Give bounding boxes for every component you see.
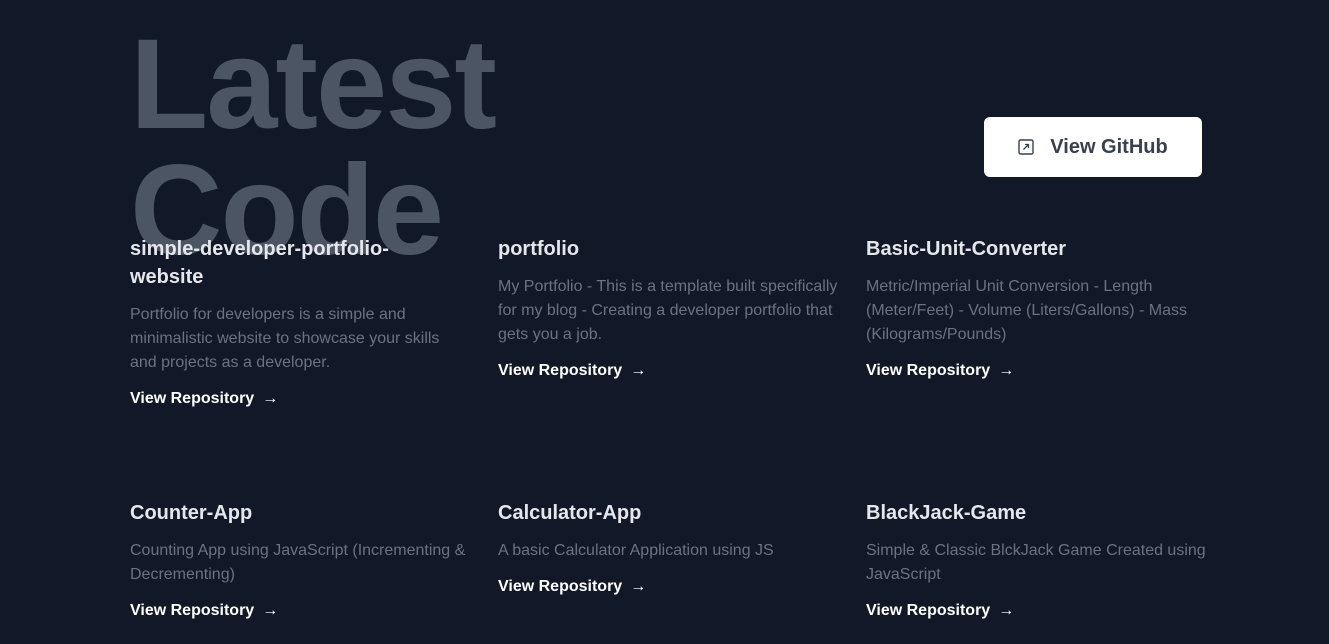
project-card-calculator-app: Calculator-App A basic Calculator Applic…: [498, 499, 838, 599]
project-title: Counter-App: [130, 502, 253, 524]
view-github-label: View GitHub: [1050, 135, 1168, 158]
arrow-right-icon: →: [630, 578, 647, 595]
arrow-right-icon: →: [262, 390, 279, 407]
heading-line-1: Latest: [130, 13, 497, 156]
project-title: simple-developer-portfolio-website: [130, 238, 389, 288]
project-description: My Portfolio - This is a template built …: [498, 278, 838, 343]
external-link-icon: [1018, 139, 1034, 155]
arrow-right-icon: →: [262, 602, 279, 619]
project-card-counter-app: Counter-App Counting App using JavaScrip…: [130, 499, 470, 623]
project-description: Simple & Classic BlckJack Game Created u…: [866, 542, 1206, 583]
view-repository-link[interactable]: View Repository →: [130, 599, 278, 623]
view-repository-link[interactable]: View Repository →: [498, 359, 646, 383]
link-label: View Repository: [498, 362, 623, 379]
view-repository-link[interactable]: View Repository →: [866, 599, 1014, 623]
project-title: BlackJack-Game: [866, 502, 1027, 524]
view-repository-link[interactable]: View Repository →: [498, 575, 646, 599]
project-card-simple-developer-portfolio-website: simple-developer-portfolio-website Portf…: [130, 235, 470, 411]
project-card-basic-unit-converter: Basic-Unit-Converter Metric/Imperial Uni…: [866, 235, 1206, 383]
project-description: Metric/Imperial Unit Conversion - Length…: [866, 278, 1187, 343]
arrow-right-icon: →: [998, 602, 1015, 619]
arrow-right-icon: →: [998, 362, 1015, 379]
project-card-portfolio: portfolio My Portfolio - This is a templ…: [498, 235, 838, 383]
view-github-button[interactable]: View GitHub: [984, 117, 1202, 177]
link-label: View Repository: [130, 602, 255, 619]
project-title: portfolio: [498, 238, 580, 260]
project-description: A basic Calculator Application using JS: [498, 542, 774, 559]
arrow-right-icon: →: [630, 362, 647, 379]
project-description: Counting App using JavaScript (Increment…: [130, 542, 466, 583]
view-repository-link[interactable]: View Repository →: [130, 387, 278, 411]
link-label: View Repository: [866, 362, 991, 379]
link-label: View Repository: [498, 578, 623, 595]
project-description: Portfolio for developers is a simple and…: [130, 306, 440, 371]
view-repository-link[interactable]: View Repository →: [866, 359, 1014, 383]
project-card-blackjack-game: BlackJack-Game Simple & Classic BlckJack…: [866, 499, 1206, 623]
link-label: View Repository: [866, 602, 991, 619]
project-title: Basic-Unit-Converter: [866, 238, 1067, 260]
project-title: Calculator-App: [498, 502, 642, 524]
link-label: View Repository: [130, 390, 255, 407]
